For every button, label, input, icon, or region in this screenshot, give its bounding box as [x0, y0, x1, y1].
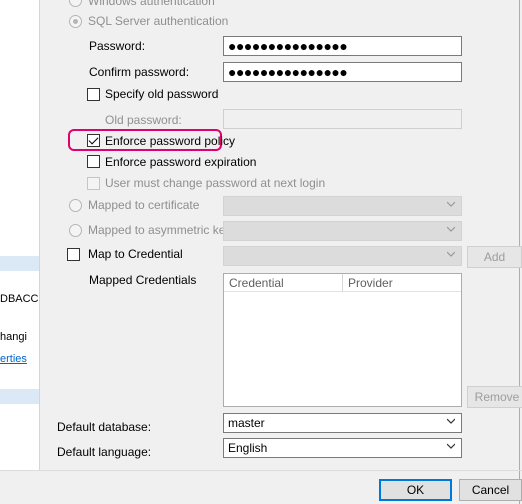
windows-auth-radio[interactable] [69, 0, 82, 7]
default-database-label: Default database: [57, 420, 152, 434]
must-change-password-label: User must change password at next login [105, 176, 326, 190]
map-to-credential-checkbox[interactable] [67, 248, 80, 261]
enforce-password-policy-checkbox[interactable] [87, 134, 100, 147]
default-database-dropdown[interactable]: master [223, 413, 462, 433]
old-password-input[interactable] [223, 109, 462, 129]
map-to-credential-label: Map to Credential [88, 247, 183, 261]
left-panel-selected-band-2 [0, 389, 39, 404]
left-panel-properties-link[interactable]: erties [0, 353, 27, 365]
chevron-down-icon [447, 225, 455, 233]
mapped-asym-key-label: Mapped to asymmetric key [88, 223, 232, 237]
grid-header-provider[interactable]: Provider [343, 274, 461, 292]
chevron-down-icon [447, 417, 455, 425]
footer-separator [0, 470, 522, 471]
left-panel: DBACC hangi erties [0, 0, 40, 470]
enforce-password-expiration-checkbox[interactable] [87, 155, 100, 168]
mapped-asym-key-radio[interactable] [69, 224, 82, 237]
remove-credential-button[interactable]: Remove [467, 386, 522, 408]
mapped-credentials-grid[interactable]: Credential Provider [223, 273, 462, 407]
left-panel-text-server: DBACC [0, 293, 39, 305]
chevron-down-icon [447, 200, 455, 208]
enforce-password-policy-label: Enforce password policy [105, 134, 236, 148]
ok-button[interactable]: OK [379, 479, 452, 501]
mapped-certificate-label: Mapped to certificate [88, 198, 200, 212]
enforce-password-expiration-label: Enforce password expiration [105, 155, 257, 169]
specify-old-password-checkbox[interactable] [87, 88, 100, 101]
grid-header-credential[interactable]: Credential [224, 274, 343, 292]
add-credential-button[interactable]: Add [467, 246, 522, 268]
chevron-down-icon [447, 442, 455, 450]
sql-auth-radio[interactable] [69, 15, 82, 28]
password-input[interactable]: ●●●●●●●●●●●●●●● [223, 36, 462, 56]
default-language-label: Default language: [57, 445, 152, 459]
old-password-label: Old password: [105, 113, 182, 127]
must-change-password-checkbox[interactable] [87, 177, 100, 190]
certificate-dropdown[interactable] [223, 196, 462, 216]
sql-auth-label: SQL Server authentication [88, 14, 229, 28]
default-language-dropdown[interactable]: English [223, 438, 462, 458]
mapped-certificate-radio[interactable] [69, 199, 82, 212]
specify-old-password-label: Specify old password [105, 87, 219, 101]
default-language-value: English [228, 441, 268, 455]
confirm-password-label: Confirm password: [89, 65, 190, 79]
left-panel-selected-band [0, 256, 39, 271]
mapped-credentials-label: Mapped Credentials [89, 273, 197, 287]
cancel-button[interactable]: Cancel [459, 479, 522, 501]
password-label: Password: [89, 39, 146, 53]
credential-dropdown[interactable] [223, 246, 462, 266]
windows-auth-label: Windows authentication [88, 0, 215, 8]
default-database-value: master [228, 416, 265, 430]
left-panel-text-change: hangi [0, 331, 27, 343]
asym-key-dropdown[interactable] [223, 221, 462, 241]
chevron-down-icon [447, 250, 455, 258]
confirm-password-input[interactable]: ●●●●●●●●●●●●●●● [223, 62, 462, 82]
